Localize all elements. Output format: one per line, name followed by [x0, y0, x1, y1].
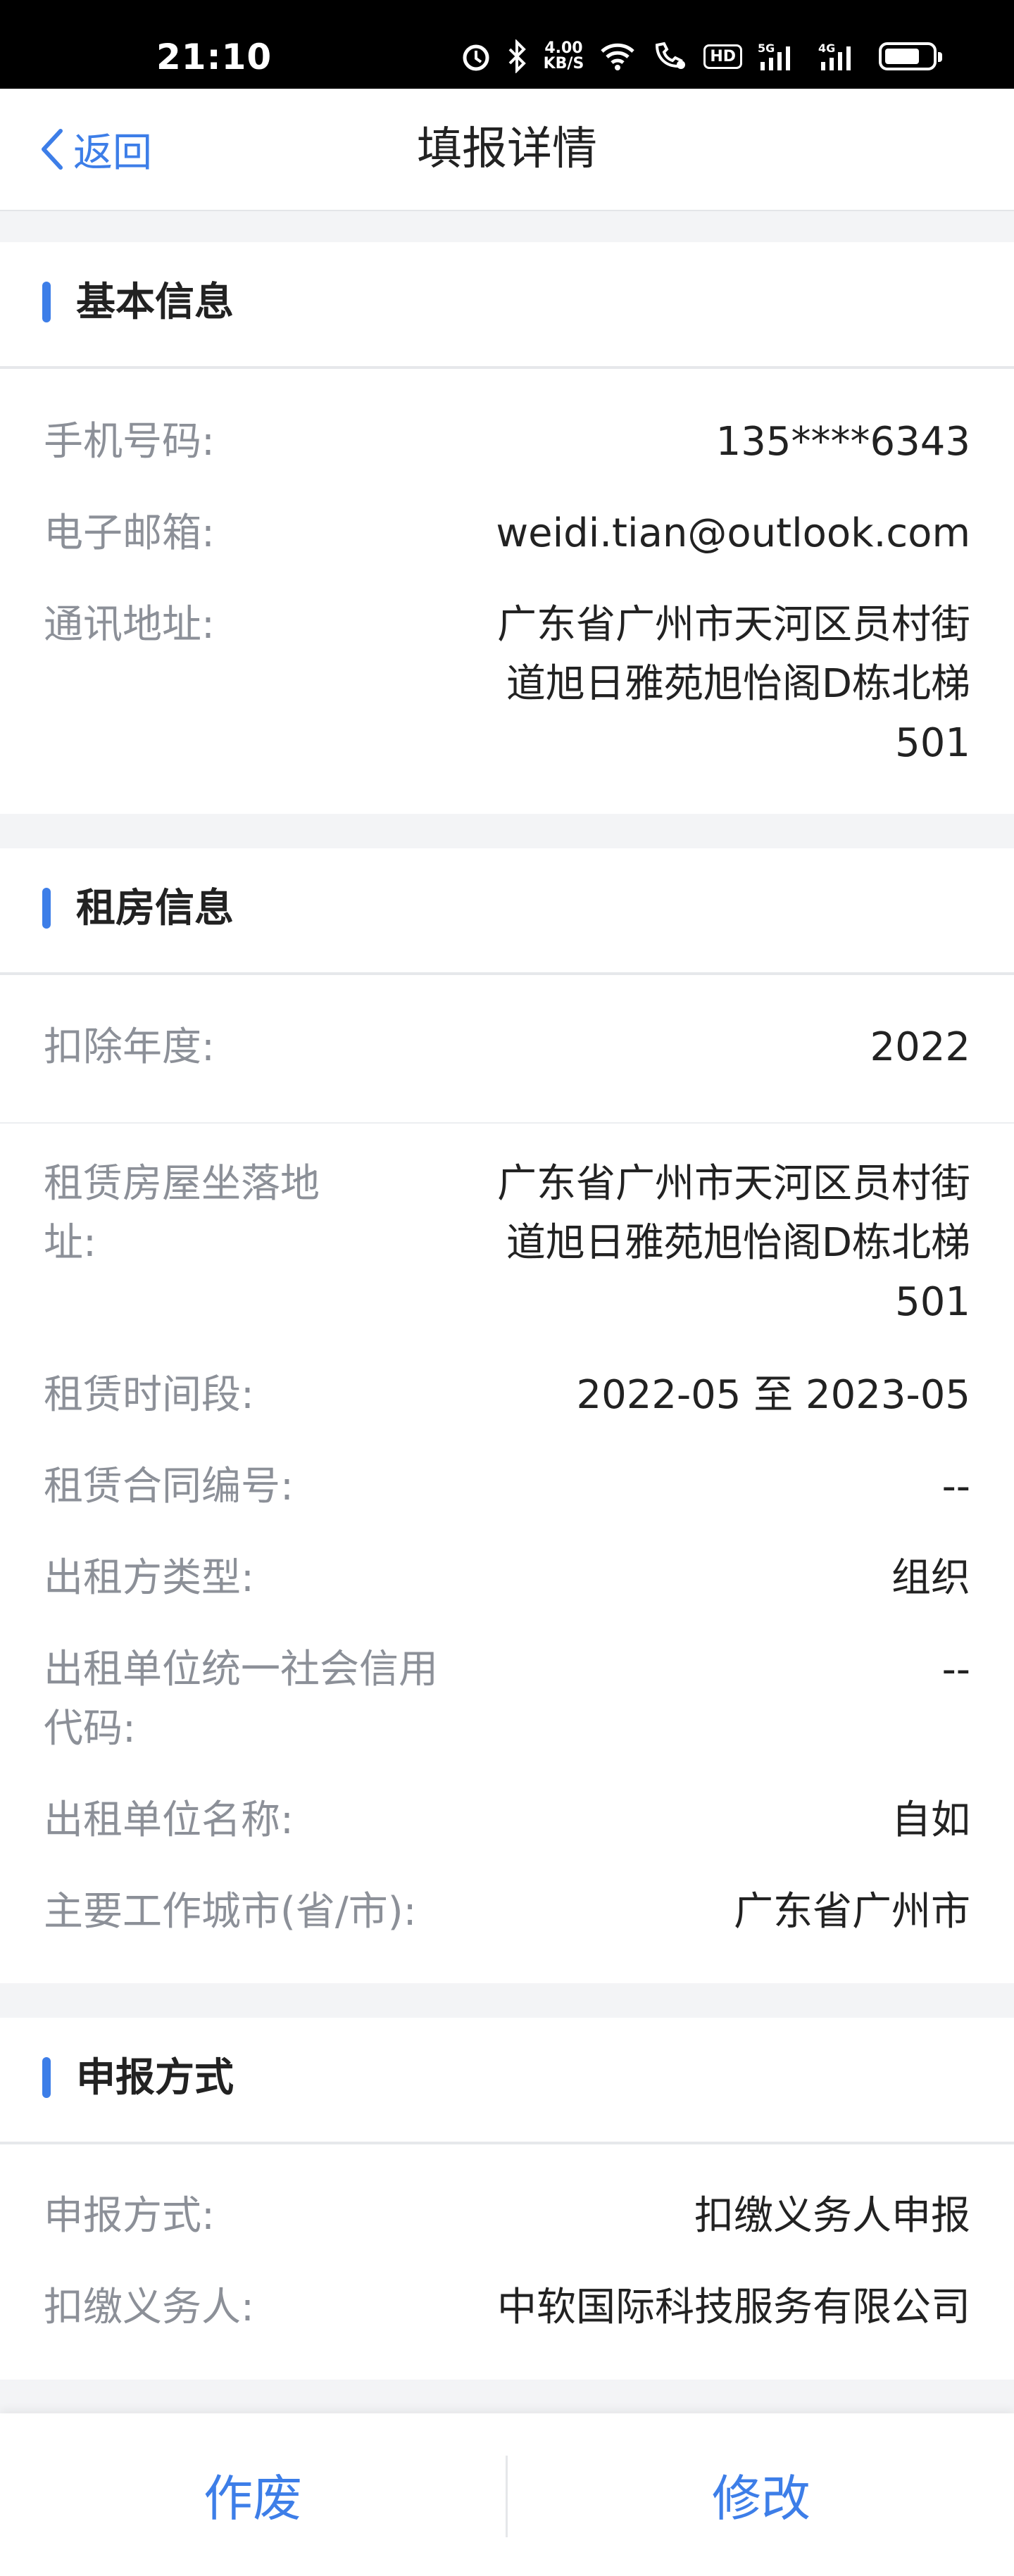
svg-text:5G: 5G [758, 42, 775, 55]
work-city-label: 主要工作城市(省/市): [44, 1889, 417, 1935]
withholding-agent-value: 中软国际科技服务有限公司 [497, 2285, 970, 2330]
accent-bar [42, 888, 51, 929]
address-value: 广东省广州市天河区员村街 道旭日雅苑旭怡阁D栋北梯 501 [497, 602, 970, 766]
bottom-action-bar: 作废 修改 [0, 2413, 1014, 2576]
section-header: 基本信息 [0, 242, 1014, 369]
declaration-method-value: 扣缴义务人申报 [694, 2193, 970, 2239]
lessor-name-value: 自如 [891, 1797, 970, 1843]
lessor-type-label: 出租方类型: [44, 1555, 254, 1601]
contract-number-label: 租赁合同编号: [44, 1464, 294, 1509]
hd-badge: HD [703, 44, 742, 69]
work-city-value: 广东省广州市 [734, 1889, 970, 1935]
phone-label: 手机号码: [44, 419, 215, 465]
call-icon [656, 42, 686, 69]
section-header: 租房信息 [0, 848, 1014, 975]
section-header: 申报方式 [0, 2018, 1014, 2144]
deduction-year-label: 扣除年度: [44, 1024, 215, 1070]
contract-number-value: -- [941, 1464, 970, 1509]
signal-5g-icon: 5G [758, 42, 790, 70]
rental-address-label: 租赁房屋坐落地 址: [44, 1161, 320, 1266]
edit-button[interactable]: 修改 [508, 2413, 1014, 2576]
signal-4g-icon: 4G [818, 42, 851, 70]
lease-period-label: 租赁时间段: [44, 1372, 254, 1418]
button-divider [506, 2456, 508, 2537]
status-icons: 4.00 KB/S HD 5G 4G [461, 37, 942, 76]
divider [0, 1122, 1014, 1124]
section-title: 租房信息 [76, 886, 234, 931]
email-value: weidi.tian@outlook.com [496, 510, 970, 556]
section-title: 申报方式 [76, 2055, 234, 2101]
deduction-year-value: 2022 [870, 1024, 970, 1070]
lessor-name-label: 出租单位名称: [44, 1797, 294, 1843]
nav-bar: 返回 填报详情 [0, 89, 1014, 211]
accent-bar [42, 282, 51, 322]
status-bar: 21:10 4.00 KB/S HD 5G 4G [0, 0, 1014, 89]
rental-address-value: 广东省广州市天河区员村街 道旭日雅苑旭怡阁D栋北梯 501 [497, 1161, 970, 1325]
lessor-type-value: 组织 [891, 1555, 970, 1601]
credit-code-label: 出租单位统一社会信用 代码: [44, 1647, 438, 1752]
credit-code-value: -- [941, 1647, 970, 1692]
withholding-agent-label: 扣缴义务人: [44, 2285, 254, 2330]
address-label: 通讯地址: [44, 602, 215, 648]
alarm-icon [463, 44, 489, 71]
wifi-icon [601, 43, 635, 70]
lease-period-value: 2022-05 至 2023-05 [576, 1372, 970, 1418]
network-speed: 4.00 KB/S [543, 39, 584, 73]
section-title: 基本信息 [76, 279, 234, 325]
status-time: 21:10 [156, 37, 273, 77]
declaration-method-label: 申报方式: [44, 2193, 215, 2239]
accent-bar [42, 2057, 51, 2098]
void-button[interactable]: 作废 [0, 2413, 506, 2576]
svg-text:4G: 4G [818, 42, 835, 55]
email-label: 电子邮箱: [44, 510, 215, 556]
bluetooth-icon [508, 39, 526, 73]
battery-icon [879, 42, 942, 70]
phone-value: 135****6343 [715, 419, 970, 465]
page-title: 填报详情 [417, 123, 597, 175]
